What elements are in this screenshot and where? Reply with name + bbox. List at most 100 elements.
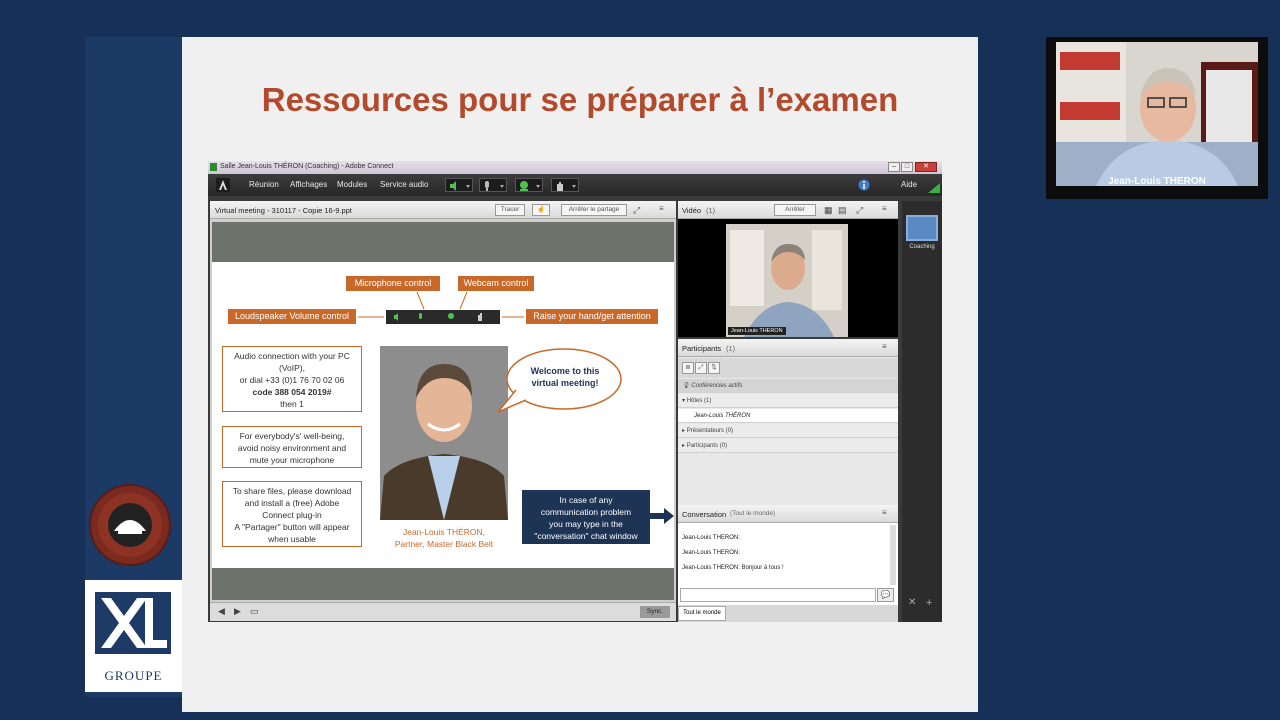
share-line: A "Partager" button will appear (234, 522, 350, 532)
wellbeing-box: For everybody's' well-being, avoid noisy… (222, 426, 362, 468)
close-button[interactable]: ✕ (915, 162, 937, 172)
chat-scrollbar[interactable] (890, 525, 896, 585)
share-line: and install a (free) Adobe (244, 498, 340, 508)
fullscreen-icon[interactable]: ⤢ (856, 205, 863, 216)
prev-slide-icon[interactable]: ◀ (218, 606, 225, 617)
sort-icon[interactable]: ⇅ (708, 362, 720, 374)
pod-options-icon[interactable]: ≡ (882, 204, 887, 213)
microphone-icon: 🎙 (682, 383, 690, 389)
fullscreen-icon[interactable]: ⤢ (633, 205, 640, 216)
coaching-layout-thumbnail[interactable] (906, 215, 938, 241)
host-entry-row[interactable]: Jean-Louis THÉRON (678, 409, 898, 423)
audio-line: Audio connection with your PC (234, 351, 350, 361)
chat-tab-everyone[interactable]: Tout le monde (678, 606, 726, 621)
caption-line: Jean-Louis THÉRON, (402, 527, 486, 537)
share-files-box: To share files, please download and inst… (222, 481, 362, 547)
share-line: Connect plug-in (262, 510, 322, 520)
presenters-label: Présentateurs (0) (686, 428, 734, 434)
conversation-pod-title: Conversation (682, 510, 727, 519)
tools-icon[interactable]: ✕ (908, 597, 916, 608)
conversation-pod: Conversation (Tout le monde) ≡ Jean-Loui… (678, 505, 898, 622)
video-count: (1) (706, 206, 716, 215)
slide-panel-icon[interactable]: ▭ (250, 606, 259, 617)
coaching-layout-label: Coaching (909, 244, 935, 250)
welcome-line: virtual meeting! (531, 378, 599, 388)
audio-line: (VoIP), (279, 363, 305, 373)
share-margin-bottom (212, 568, 674, 600)
audio-line: or dial +33 (0)1 76 70 02 06 (239, 375, 345, 385)
pod-options-icon[interactable]: ≡ (882, 342, 887, 351)
video-feed (726, 224, 848, 337)
host-name: Jean-Louis THÉRON (694, 413, 751, 419)
share-margin-top (212, 222, 674, 262)
share-pod-header: Virtual meeting - 310117 - Copie 16-9.pp… (210, 201, 676, 219)
callout-arrows (358, 291, 524, 324)
audio-line: then 1 (280, 399, 304, 409)
video-pod-title: Vidéo (682, 206, 702, 215)
microphone-toggle[interactable] (479, 178, 507, 192)
active-speakers-row: 🎙 Conférencies actifs (678, 379, 898, 393)
slide-title: Ressources pour se préparer à l’examen (261, 81, 899, 118)
maximize-button[interactable]: □ (901, 162, 913, 172)
video-name-label: Jean-Louis THERON (728, 327, 786, 335)
participants-group-row[interactable]: ▸ Participants (0) (678, 439, 898, 453)
presenters-group-row[interactable]: ▸ Présentateurs (0) (678, 424, 898, 438)
stop-sharing-button[interactable]: Arrêter le partage (561, 204, 627, 216)
add-layout-icon[interactable]: + (926, 597, 932, 609)
active-speakers-label: Conférencies actifs (691, 383, 743, 389)
app-icon (210, 163, 217, 171)
list-view-icon[interactable]: ≣ (682, 362, 694, 374)
speaker-toggle[interactable] (445, 178, 473, 192)
conversation-scope: (Tout le monde) (730, 510, 776, 517)
send-message-icon[interactable]: 💬 (877, 588, 894, 602)
wellbeing-line: For everybody's' well-being, (239, 431, 345, 441)
stop-video-button[interactable]: Arrêter (774, 204, 816, 216)
sync-button[interactable]: Sync. (640, 606, 670, 618)
communication-problem-box: In case of any communication problem you… (522, 490, 650, 544)
layouts-bar: Coaching ✕ + (902, 201, 942, 622)
participants-toolbar: ≣ ⤢ ⇅ (678, 358, 898, 378)
chat-input[interactable] (680, 588, 876, 602)
adobe-connect-window: Salle Jean-Louis THÉRON (Coaching) - Ado… (208, 161, 942, 622)
minimize-button[interactable]: – (888, 162, 900, 172)
share-file-title: Virtual meeting - 310117 - Copie 16-9.pp… (215, 206, 352, 215)
raise-hand-toggle[interactable] (551, 178, 579, 192)
expand-icon[interactable]: ⤢ (695, 362, 707, 374)
info-icon[interactable] (858, 179, 870, 191)
problem-line: In case of any (559, 495, 613, 505)
filmstrip-icon[interactable]: ▤ (838, 205, 847, 216)
webcam-toggle[interactable] (515, 178, 543, 192)
share-pod-footer: ◀ ▶ ▭ Sync. (210, 602, 676, 621)
welcome-text: Welcome to this virtual meeting! (520, 365, 610, 389)
menubar: Réunion Affichages Modules Service audio… (208, 174, 942, 196)
xl-logo-mark (95, 592, 171, 654)
conversation-pod-header: Conversation (Tout le monde) ≡ (678, 505, 898, 523)
share-line: when usable (268, 534, 316, 544)
pod-options-icon[interactable]: ≡ (882, 508, 887, 517)
share-pod: Virtual meeting - 310117 - Copie 16-9.pp… (210, 201, 676, 621)
accredited-seal-logo (89, 484, 171, 566)
menu-modules[interactable]: Modules (337, 180, 367, 189)
presenter-webcam: Jean-Louis THERON (1046, 37, 1268, 199)
help-menu[interactable]: Aide (901, 180, 917, 189)
menu-affichages[interactable]: Affichages (290, 180, 327, 189)
hosts-group-row[interactable]: ▾ Hôtes (1) (678, 394, 898, 408)
pointer-button[interactable]: ☝ (532, 204, 550, 216)
grid-view-icon[interactable]: ▦ (824, 205, 833, 216)
wellbeing-line: mute your microphone (249, 455, 335, 465)
hosts-label: Hôtes (1) (686, 398, 712, 404)
share-line: To share files, please download (232, 486, 352, 496)
participants-label: Participants (0) (686, 443, 728, 449)
chat-message: Jean-Louis THERON: Bonjour à tous ! (682, 565, 784, 571)
menu-reunion[interactable]: Réunion (249, 180, 279, 189)
welcome-line: Welcome to this (530, 366, 600, 376)
next-slide-icon[interactable]: ▶ (234, 606, 241, 617)
pod-options-icon[interactable]: ≡ (659, 204, 664, 213)
xl-groupe-logo: GROUPE (85, 580, 182, 692)
webcam-feed (1056, 42, 1258, 186)
participants-count: (1) (726, 344, 736, 353)
draw-button[interactable]: Tracer (495, 204, 525, 216)
menu-service-audio[interactable]: Service audio (380, 180, 428, 189)
presenter-caption: Jean-Louis THÉRON, Partner, Master Black… (372, 526, 516, 550)
chat-message: Jean-Louis THERON: (682, 535, 740, 541)
